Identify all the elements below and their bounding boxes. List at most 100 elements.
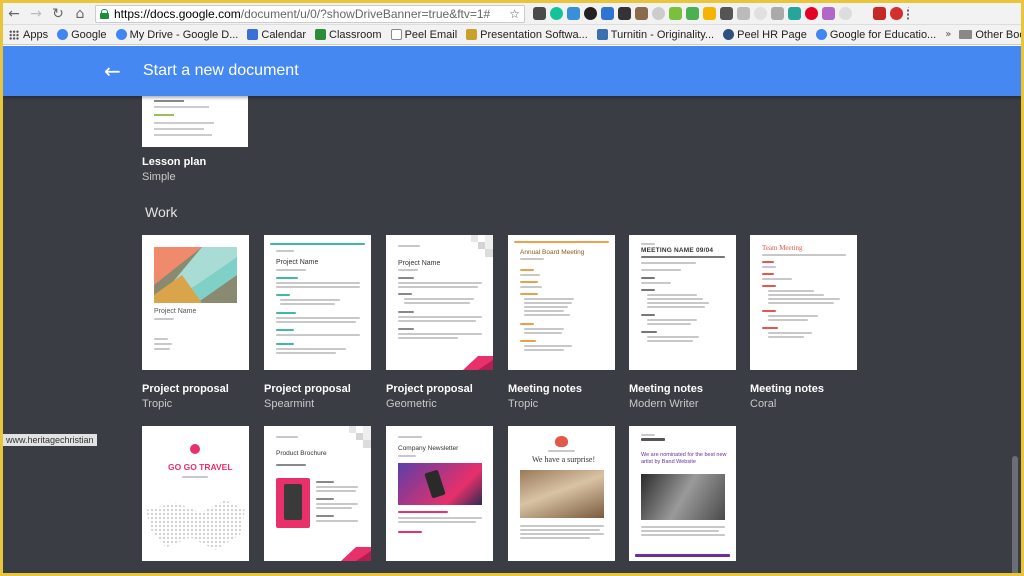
pinterest-extension-icon[interactable] xyxy=(805,7,818,20)
back-arrow-icon[interactable]: ← xyxy=(104,59,126,83)
bookmark-apps[interactable]: Apps xyxy=(9,29,48,41)
bookmark-star-icon[interactable]: ☆ xyxy=(509,7,520,21)
template-newsletter-surprise[interactable]: We have a surprise! xyxy=(508,426,615,561)
circle-extension-icon[interactable] xyxy=(754,7,767,20)
grammarly-extension-icon[interactable] xyxy=(550,7,563,20)
bookmark-other[interactable]: Other Bookmarks xyxy=(959,29,1021,41)
address-bar[interactable]: https://docs.google.com/document/u/0/?sh… xyxy=(95,4,525,23)
geometric-footer-graphic xyxy=(341,547,371,561)
more-bookmarks-icon[interactable]: » xyxy=(945,29,951,40)
menu-icon[interactable] xyxy=(907,7,911,20)
thumbnail-heading: Company Newsletter xyxy=(398,445,459,452)
template-meeting-notes-coral[interactable]: Team Meeting Meeting notes Coral xyxy=(750,235,857,410)
template-meeting-notes-modern-writer[interactable]: MEETING NAME 09/04 Meeting notes Modern … xyxy=(629,235,736,410)
scrollbar[interactable] xyxy=(1012,456,1018,573)
template-name: Project proposal xyxy=(264,383,351,395)
template-style: Spearmint xyxy=(264,398,315,410)
apps-grid-icon xyxy=(9,29,19,40)
s-extension-icon[interactable] xyxy=(567,7,580,20)
template-style: Simple xyxy=(142,171,176,183)
template-style: Modern Writer xyxy=(629,398,699,410)
template-thumbnail: Project Name xyxy=(264,235,371,370)
thumbnail-heading: We have a surprise! xyxy=(532,455,596,464)
thumbnail-heading: GO GO TRAVEL xyxy=(168,462,233,472)
presentation-icon xyxy=(466,29,478,40)
bookmark-presentation[interactable]: Presentation Softwa... xyxy=(466,29,588,41)
clock-extension-icon[interactable] xyxy=(652,7,665,20)
template-brochure-travel[interactable]: GO GO TRAVEL xyxy=(142,426,249,561)
m-extension-icon[interactable] xyxy=(618,7,631,20)
screen: ← → ↻ ⌂ https://docs.google.com/document… xyxy=(3,3,1021,573)
thumbnail-heading: Team Meeting xyxy=(762,244,803,252)
section-title-work: Work xyxy=(145,204,178,220)
purple-extension-icon[interactable] xyxy=(822,7,835,20)
teal-extension-icon[interactable] xyxy=(788,7,801,20)
template-project-proposal-tropic[interactable]: Project Name Project proposal Tropic xyxy=(142,235,249,410)
green-extension-icon[interactable] xyxy=(686,7,699,20)
bookmark-peel-hr[interactable]: Peel HR Page xyxy=(723,29,807,41)
template-name: Meeting notes xyxy=(629,383,703,395)
google-icon xyxy=(57,29,69,40)
thumbnail-heading: We are nominated for the best new artist… xyxy=(641,452,727,465)
back-icon[interactable]: ← xyxy=(3,3,25,25)
google-icon xyxy=(115,29,127,40)
thumbnail-heading: Product Brochure xyxy=(276,450,327,457)
alert-extension-icon[interactable] xyxy=(890,7,903,20)
template-meeting-notes-tropic[interactable]: Annual Board Meeting Meeting notes Tropi… xyxy=(508,235,615,410)
template-lesson-plan[interactable]: Lesson plan Simple xyxy=(142,156,249,183)
bookmark-google[interactable]: Google xyxy=(57,29,107,41)
sheet-extension-icon[interactable] xyxy=(771,7,784,20)
home-icon[interactable]: ⌂ xyxy=(69,3,91,25)
folder-icon xyxy=(959,30,973,39)
light-extension-icon[interactable] xyxy=(839,7,852,20)
bookmark-calendar[interactable]: Calendar xyxy=(247,29,306,41)
thumbnail-heading: Project Name xyxy=(276,259,319,266)
pocket-extension-icon[interactable] xyxy=(720,7,733,20)
stripes-extension-icon[interactable] xyxy=(669,7,682,20)
thumbnail-heading: MEETING NAME 09/04 xyxy=(641,247,714,254)
guitar-photo xyxy=(641,474,725,520)
drive-extension-icon[interactable] xyxy=(703,7,716,20)
grey-extension-icon[interactable] xyxy=(737,7,750,20)
turnitin-icon xyxy=(596,29,608,40)
dark-circle-extension-icon[interactable] xyxy=(584,7,597,20)
template-thumbnail: MEETING NAME 09/04 xyxy=(629,235,736,370)
travel-logo-icon xyxy=(190,444,200,454)
bookmark-my-drive[interactable]: My Drive - Google D... xyxy=(115,29,238,41)
bookmark-turnitin[interactable]: Turnitin - Originality... xyxy=(596,29,714,41)
template-newsletter-geometric[interactable]: Company Newsletter xyxy=(386,426,493,561)
bookmark-google-education[interactable]: Google for Educatio... xyxy=(815,29,936,41)
template-thumbnail: We are nominated for the best new artist… xyxy=(629,426,736,561)
template-project-proposal-spearmint[interactable]: Project Name Project proposal Spearmint xyxy=(264,235,371,410)
template-newsletter-band[interactable]: We are nominated for the best new artist… xyxy=(629,426,736,561)
bookmark-classroom[interactable]: Classroom xyxy=(315,29,382,41)
thumbnail-heading: Project Name xyxy=(398,260,441,267)
browser-toolbar: ← → ↻ ⌂ https://docs.google.com/document… xyxy=(3,3,1021,25)
template-brochure-geometric[interactable]: Product Brochure xyxy=(264,426,371,561)
reload-icon[interactable]: ↻ xyxy=(47,3,69,25)
red-extension-icon[interactable] xyxy=(873,7,886,20)
edit-extension-icon[interactable] xyxy=(635,7,648,20)
template-thumbnail: We have a surprise! xyxy=(508,426,615,561)
template-style: Coral xyxy=(750,398,777,410)
page-icon xyxy=(390,29,402,40)
forward-icon[interactable]: → xyxy=(25,3,47,25)
template-thumbnail: Project Name xyxy=(386,235,493,370)
template-style: Tropic xyxy=(142,398,173,410)
url-text: https://docs.google.com/document/u/0/?sh… xyxy=(114,6,491,21)
amazon-extension-icon[interactable] xyxy=(856,7,869,20)
template-gallery: Lesson plan Simple Work Project Name Pro… xyxy=(3,96,1021,573)
template-name: Project proposal xyxy=(386,383,473,395)
geometric-corner-graphic xyxy=(471,235,493,257)
template-name: Project proposal xyxy=(142,383,229,395)
bookmark-peel-email[interactable]: Peel Email xyxy=(390,29,457,41)
classroom-icon xyxy=(315,29,327,40)
template-name: Meeting notes xyxy=(750,383,824,395)
watermark-text: www.heritagechristian xyxy=(3,434,97,446)
diamond-extension-icon[interactable] xyxy=(601,7,614,20)
scissors-extension-icon[interactable] xyxy=(533,7,546,20)
template-project-proposal-geometric[interactable]: Project Name Project proposal Geometric xyxy=(386,235,493,410)
calendar-icon xyxy=(247,29,259,40)
hr-icon xyxy=(723,29,735,40)
lesson-plan-thumbnail[interactable] xyxy=(142,96,248,147)
